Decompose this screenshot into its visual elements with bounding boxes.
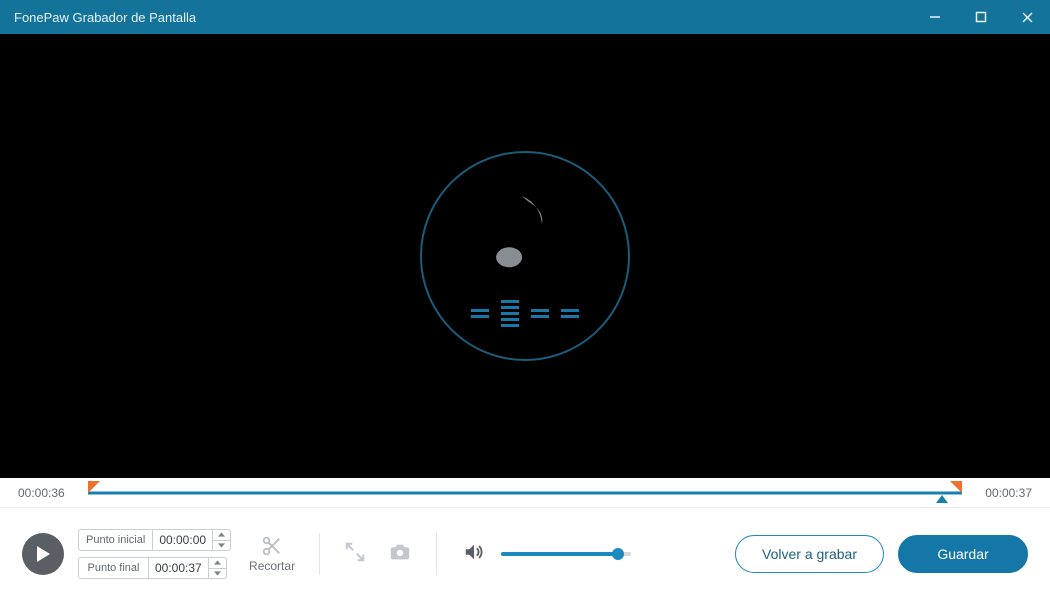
fullscreen-icon[interactable] (344, 541, 366, 568)
audio-visualizer (420, 151, 630, 361)
volume-icon[interactable] (461, 541, 487, 568)
trim-start-up[interactable] (213, 530, 230, 541)
camera-icon[interactable] (388, 541, 412, 568)
trim-start-down[interactable] (213, 541, 230, 551)
trim-end-down[interactable] (209, 569, 226, 579)
volume-control (461, 541, 631, 568)
cut-button[interactable]: Recortar (249, 535, 295, 573)
titlebar: FonePaw Grabador de Pantalla (0, 0, 1050, 34)
playhead[interactable] (936, 495, 948, 503)
volume-slider[interactable] (501, 552, 631, 556)
time-current: 00:00:36 (18, 486, 78, 500)
trim-start-spinner[interactable] (213, 529, 231, 551)
trim-start-marker[interactable] (88, 481, 100, 493)
equalizer-icon (471, 300, 579, 327)
trim-end-input[interactable]: 00:00:37 (148, 557, 209, 579)
cut-label: Recortar (249, 559, 295, 573)
rerecord-button[interactable]: Volver a grabar (735, 535, 884, 573)
trim-end-up[interactable] (209, 558, 226, 569)
close-button[interactable] (1004, 0, 1050, 34)
trim-end-marker[interactable] (950, 481, 962, 493)
window-title: FonePaw Grabador de Pantalla (14, 10, 196, 25)
time-total: 00:00:37 (972, 486, 1032, 500)
music-note-icon (494, 186, 556, 276)
preview-area (0, 34, 1050, 478)
play-button[interactable] (22, 533, 64, 575)
trim-end-label: Punto final (78, 557, 148, 579)
trim-start-input[interactable]: 00:00:00 (152, 529, 213, 551)
timeline: 00:00:36 00:00:37 (0, 478, 1050, 508)
seek-track[interactable] (88, 484, 962, 502)
trim-inputs: Punto inicial 00:00:00 Punto final 00:00… (78, 529, 231, 579)
window-controls (912, 0, 1050, 34)
minimize-button[interactable] (912, 0, 958, 34)
controls-bar: Punto inicial 00:00:00 Punto final 00:00… (0, 508, 1050, 600)
save-button[interactable]: Guardar (898, 535, 1028, 573)
tool-icons (344, 541, 412, 568)
trim-end-spinner[interactable] (209, 557, 227, 579)
divider (319, 533, 320, 575)
scissors-icon (260, 535, 284, 557)
trim-start-label: Punto inicial (78, 529, 152, 551)
divider (436, 533, 437, 575)
volume-thumb[interactable] (612, 548, 624, 560)
maximize-button[interactable] (958, 0, 1004, 34)
